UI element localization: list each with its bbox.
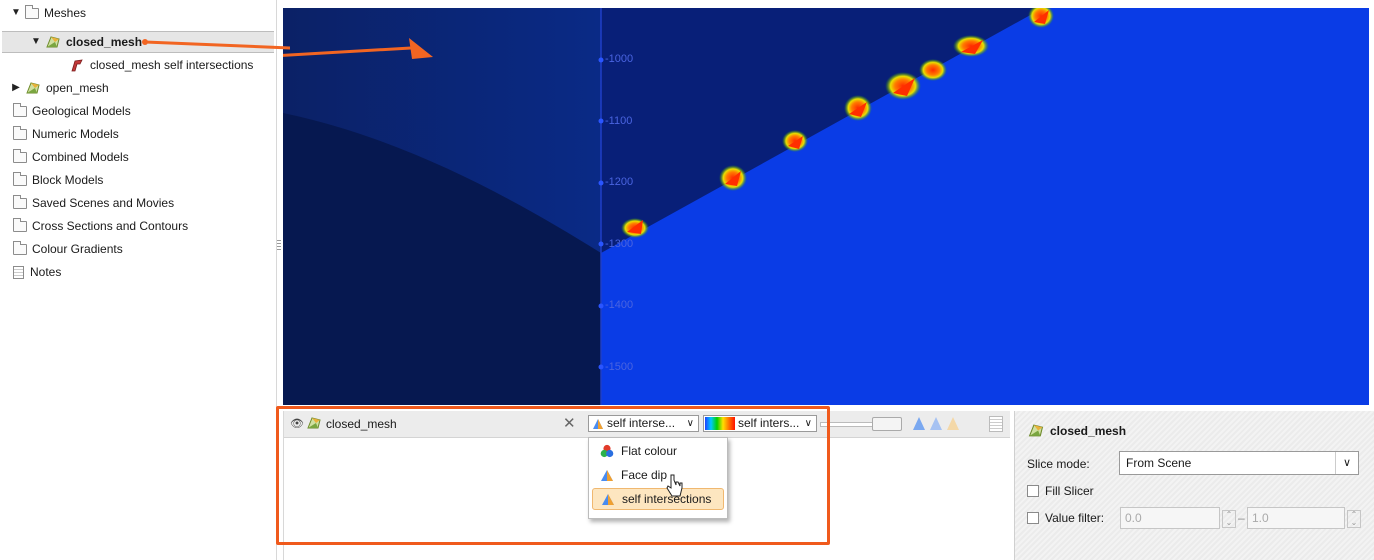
folder-icon bbox=[13, 102, 27, 117]
expand-down-icon[interactable]: ▼ bbox=[30, 31, 42, 53]
slice-mode-select[interactable]: From Scene ∨ bbox=[1119, 451, 1359, 475]
folder-icon bbox=[13, 240, 27, 255]
tree-item-label: Colour Gradients bbox=[32, 242, 123, 256]
value-filter-checkbox[interactable]: Value filter: bbox=[1027, 511, 1104, 525]
render-mode-icons[interactable] bbox=[912, 416, 964, 431]
value-filter-max: 1.0 bbox=[1252, 511, 1269, 525]
tree-item-label: Cross Sections and Contours bbox=[32, 219, 189, 233]
scene-view[interactable]: -1000 -1100 -1200 -1300 -1400 -1500 bbox=[283, 8, 1369, 405]
spin-buttons-icon[interactable]: ⌃ ⌄ bbox=[1347, 510, 1361, 528]
tree-item-numeric-models[interactable]: Numeric Models bbox=[10, 123, 119, 145]
tree-item-colour-gradients[interactable]: Colour Gradients bbox=[10, 238, 123, 260]
tree-item-block-models[interactable]: Block Models bbox=[10, 169, 103, 191]
tree-item-self-intersections[interactable]: closed_mesh self intersections bbox=[66, 54, 253, 76]
tree-item-label: closed_mesh bbox=[66, 35, 143, 49]
axis-tick-label: -1200 bbox=[605, 176, 634, 188]
folder-icon bbox=[13, 148, 27, 163]
tree-item-label: open_mesh bbox=[46, 81, 109, 95]
folder-icon bbox=[13, 217, 27, 232]
tree-item-cross-sections[interactable]: Cross Sections and Contours bbox=[10, 215, 188, 237]
tree-item-label: Notes bbox=[30, 265, 62, 279]
highlight-box bbox=[276, 406, 830, 545]
tree-item-label: Block Models bbox=[32, 173, 104, 187]
fill-slicer-label: Fill Slicer bbox=[1045, 484, 1094, 498]
tree-item-label: Numeric Models bbox=[32, 127, 119, 141]
axis-tick-label: -1300 bbox=[605, 238, 634, 250]
range-separator: – bbox=[1238, 511, 1245, 525]
properties-toggle-icon[interactable] bbox=[989, 416, 1003, 432]
value-filter-min-input[interactable]: 0.0 bbox=[1120, 507, 1220, 529]
axis-tick-label: -1000 bbox=[605, 53, 634, 65]
checkbox-box[interactable] bbox=[1027, 512, 1039, 524]
properties-panel: closed_mesh Slice mode: From Scene ∨ Fil… bbox=[1014, 411, 1374, 560]
value-filter-label: Value filter: bbox=[1045, 511, 1105, 525]
slice-mode-label: Slice mode: bbox=[1027, 457, 1090, 471]
callout-arrow bbox=[142, 39, 290, 50]
opacity-slider-handle[interactable] bbox=[872, 417, 902, 431]
splitter-handle[interactable] bbox=[277, 240, 281, 252]
mesh-icon bbox=[1028, 424, 1044, 437]
notes-icon bbox=[13, 265, 24, 279]
folder-icon bbox=[13, 125, 27, 140]
expand-down-icon[interactable]: ▼ bbox=[10, 2, 22, 24]
slice-mode-value: From Scene bbox=[1126, 456, 1192, 470]
tree-item-label: closed_mesh self intersections bbox=[90, 58, 254, 72]
spin-buttons-icon[interactable]: ⌃ ⌄ bbox=[1222, 510, 1236, 528]
tree-item-geological-models[interactable]: Geological Models bbox=[10, 100, 131, 122]
axis-tick-label: -1100 bbox=[605, 115, 633, 127]
tree-item-combined-models[interactable]: Combined Models bbox=[10, 146, 129, 168]
folder-icon bbox=[25, 4, 39, 19]
value-filter-max-input[interactable]: 1.0 bbox=[1247, 507, 1345, 529]
project-tree: ▼ Meshes ▼ closed_mesh closed_mesh self … bbox=[0, 0, 277, 560]
mesh-icon bbox=[46, 36, 60, 48]
tree-item-meshes[interactable]: ▼ Meshes bbox=[10, 2, 86, 24]
value-filter-min: 0.0 bbox=[1125, 511, 1142, 525]
expand-right-icon[interactable]: ▶ bbox=[10, 77, 22, 99]
properties-title: closed_mesh bbox=[1050, 423, 1127, 438]
folder-icon bbox=[13, 171, 27, 186]
axis-tick-label: -1400 bbox=[605, 299, 634, 311]
mesh-icon bbox=[26, 82, 40, 94]
tree-item-notes[interactable]: Notes bbox=[10, 261, 61, 283]
mesh-render bbox=[283, 8, 1369, 405]
folder-icon bbox=[13, 194, 27, 209]
tree-item-label: Combined Models bbox=[32, 150, 129, 164]
tree-item-saved-scenes[interactable]: Saved Scenes and Movies bbox=[10, 192, 174, 214]
checkbox-box[interactable] bbox=[1027, 485, 1039, 497]
tree-item-open-mesh[interactable]: ▶ open_mesh bbox=[10, 77, 109, 99]
tree-item-label: Saved Scenes and Movies bbox=[32, 196, 175, 210]
fill-slicer-checkbox[interactable]: Fill Slicer bbox=[1027, 484, 1094, 498]
tree-item-label: Geological Models bbox=[32, 104, 131, 118]
chevron-down-icon: ∨ bbox=[1335, 452, 1358, 474]
self-intersection-icon bbox=[71, 59, 83, 72]
tree-item-label: Meshes bbox=[44, 6, 87, 20]
axis-tick-label: -1500 bbox=[605, 361, 634, 373]
